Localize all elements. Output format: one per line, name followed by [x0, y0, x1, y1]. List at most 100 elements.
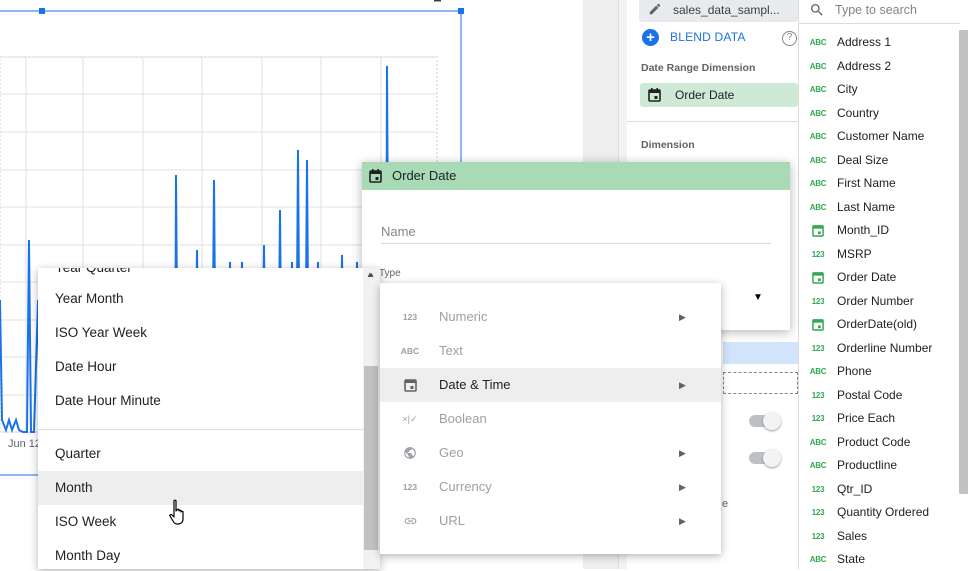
field-item[interactable]: 123 MSRP: [799, 243, 959, 266]
field-item[interactable]: ABC First Name: [799, 172, 959, 195]
field-name-input[interactable]: Name: [381, 224, 771, 244]
field-label: OrderDate(old): [837, 317, 918, 331]
field-label: Orderline Number: [837, 340, 933, 355]
field-item[interactable]: ABC Deal Size: [799, 149, 959, 172]
field-item[interactable]: 123 Quantity Ordered: [799, 501, 959, 524]
dropdown-arrow-icon[interactable]: ▼: [753, 292, 763, 303]
field-label: Month_ID: [837, 223, 890, 237]
x-tick-label: Jun 12: [8, 438, 41, 450]
help-icon[interactable]: ?: [782, 31, 797, 46]
field-item[interactable]: ABC Country: [799, 102, 959, 125]
calendar-icon: [400, 368, 420, 406]
type-option-label: Geo: [439, 445, 464, 460]
field-item[interactable]: 123 Qtr_ID: [799, 478, 959, 501]
add-circle-icon[interactable]: +: [642, 29, 659, 46]
field-item[interactable]: ABC Productline: [799, 454, 959, 477]
field-item[interactable]: 123 Order Number: [799, 290, 959, 313]
calendar-icon: [369, 169, 382, 183]
type-option-label: Currency: [439, 479, 492, 494]
field-item[interactable]: ABC Address 1: [799, 31, 959, 54]
resize-handle-top-right[interactable]: [458, 8, 464, 14]
type-label: Type: [379, 268, 401, 279]
date-granularity-option[interactable]: Month: [38, 471, 363, 505]
date-granularity-option[interactable]: ISO Year Week: [38, 316, 363, 350]
date-granularity-option[interactable]: Month Day: [38, 539, 363, 569]
field-search[interactable]: [799, 0, 960, 24]
text-type-icon: ABC: [809, 108, 827, 118]
toggle-switch-2[interactable]: [749, 449, 781, 467]
field-label: Quantity Ordered: [837, 505, 930, 519]
date-range-label: Date Range Dimension: [641, 62, 756, 74]
type-option[interactable]: URL ▶: [380, 504, 721, 538]
hand-cursor-icon: [169, 499, 184, 525]
field-label: MSRP: [837, 246, 872, 261]
field-label: Qtr_ID: [837, 481, 873, 496]
metric-chip[interactable]: [723, 342, 798, 364]
field-item[interactable]: ABC Product Code: [799, 431, 959, 454]
field-label: Address 1: [837, 35, 892, 49]
field-item[interactable]: ABC Last Name: [799, 196, 959, 219]
field-item[interactable]: Order Date: [799, 266, 959, 289]
toggle-switch-1[interactable]: [749, 412, 781, 430]
text-type-icon: ABC: [400, 346, 420, 356]
type-option[interactable]: ×|✓ Boolean: [380, 402, 721, 436]
field-label: Order Number: [837, 293, 914, 308]
pencil-icon[interactable]: [648, 2, 662, 16]
field-item[interactable]: ABC State: [799, 548, 959, 571]
field-item[interactable]: 123 Postal Code: [799, 384, 959, 407]
blend-data-button[interactable]: BLEND DATA: [670, 30, 746, 44]
field-label: First Name: [837, 176, 896, 190]
field-item[interactable]: ABC Phone: [799, 360, 959, 383]
date-range-dimension-chip[interactable]: Order Date: [640, 83, 798, 107]
number-type-icon: 123: [811, 484, 825, 494]
field-item[interactable]: 123 Orderline Number: [799, 337, 959, 360]
field-editor-title: Order Date: [392, 168, 457, 183]
type-option[interactable]: 123 Numeric ▶: [380, 300, 721, 334]
submenu-arrow-icon: ▶: [679, 312, 686, 322]
submenu-arrow-icon: ▶: [679, 482, 686, 492]
field-label: Phone: [837, 364, 872, 378]
number-type-icon: 123: [402, 312, 418, 322]
text-type-icon: ABC: [809, 437, 827, 447]
field-label: Postal Code: [837, 387, 903, 402]
type-option[interactable]: ABC Text: [380, 334, 721, 368]
type-option[interactable]: Geo ▶: [380, 436, 721, 470]
type-option-label: URL: [439, 513, 466, 528]
date-granularity-option[interactable]: Date Hour: [38, 350, 363, 384]
field-label: Order Date: [837, 270, 897, 284]
field-item[interactable]: OrderDate(old): [799, 313, 959, 336]
resize-handle-top[interactable]: [39, 8, 45, 14]
type-option-label: Text: [439, 343, 463, 358]
scroll-up-arrow-icon[interactable]: ▲: [368, 272, 375, 279]
type-option-label: Date & Time: [439, 377, 511, 392]
field-item[interactable]: Month_ID: [799, 219, 959, 242]
field-item[interactable]: ABC Customer Name: [799, 125, 959, 148]
text-type-icon: ABC: [809, 61, 827, 71]
text-type-icon: ABC: [809, 179, 827, 188]
field-item[interactable]: ABC Address 2: [799, 55, 959, 78]
boolean-icon: ×|✓: [402, 414, 418, 424]
search-input[interactable]: [835, 0, 955, 20]
menu-scrollbar-thumb[interactable]: [364, 366, 378, 550]
field-item[interactable]: ABC City: [799, 78, 959, 101]
date-range-dimension-value: Order Date: [675, 88, 735, 102]
field-item[interactable]: 123 Price Each: [799, 407, 959, 430]
text-type-icon: ABC: [809, 38, 827, 47]
number-type-icon: 123: [811, 296, 825, 306]
field-list-scrollbar[interactable]: [959, 30, 968, 494]
data-source-chip[interactable]: sales_data_sampl...: [639, 0, 798, 22]
date-granularity-option[interactable]: ISO Week: [38, 505, 363, 539]
type-option[interactable]: 123 Currency ▶: [380, 470, 721, 504]
add-metric-dropzone[interactable]: [723, 372, 798, 394]
field-label: Last Name: [837, 199, 896, 214]
field-label: Customer Name: [837, 129, 925, 143]
field-label: Sales: [837, 528, 868, 543]
type-option[interactable]: Date & Time ▶: [380, 368, 721, 402]
type-option-label: Boolean: [439, 411, 487, 426]
date-granularity-option[interactable]: Year Month: [38, 282, 363, 316]
date-granularity-option[interactable]: Quarter: [38, 437, 363, 471]
panel-divider: [627, 121, 799, 122]
date-granularity-option[interactable]: Date Hour Minute: [38, 384, 363, 418]
text-type-icon: ABC: [809, 202, 827, 212]
field-item[interactable]: 123 Sales: [799, 525, 959, 548]
